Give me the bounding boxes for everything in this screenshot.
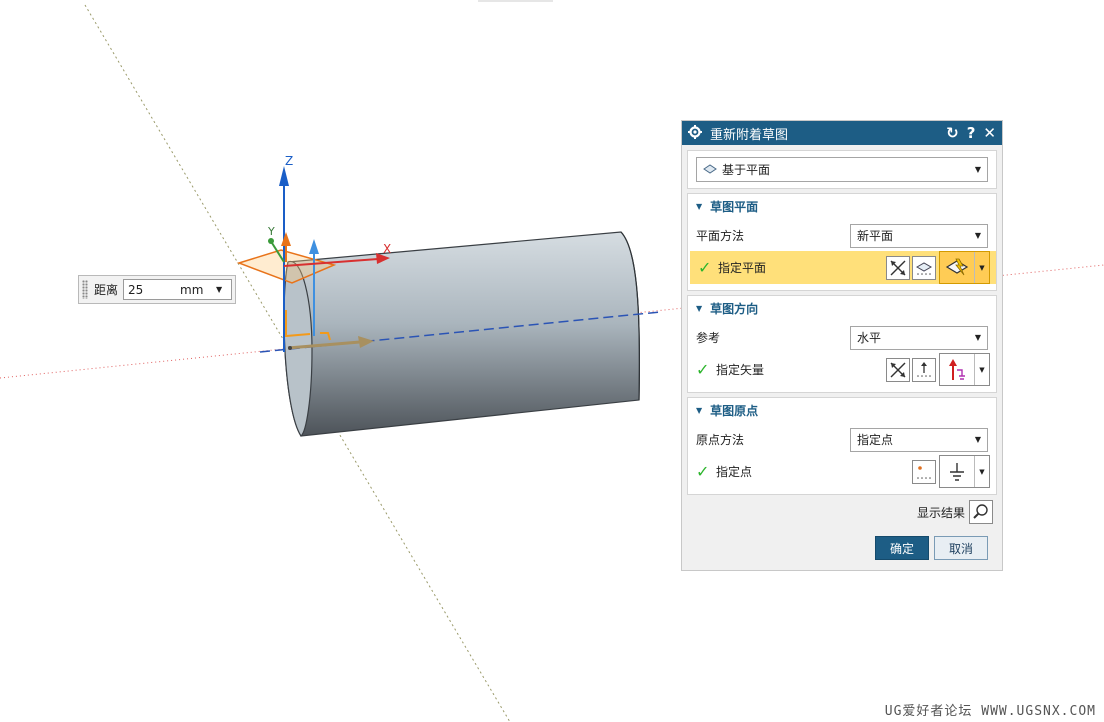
specify-plane-row[interactable]: ✓ 指定平面 ▼ (690, 251, 996, 284)
specify-point-label: 指定点 (716, 465, 753, 479)
section-sketch-direction: ▼ 草图方向 参考 水平 ▼ ✓ 指定矢量 ▼ (687, 295, 997, 393)
ok-button[interactable]: 确定 (875, 536, 929, 560)
chevron-down-icon: ▼ (974, 435, 981, 444)
close-icon[interactable]: ✕ (983, 125, 996, 141)
show-result-group: 显示结果 (917, 500, 993, 524)
plane-method-select[interactable]: 新平面 ▼ (850, 223, 988, 248)
origin-method-value: 指定点 (857, 433, 894, 447)
chevron-down-icon[interactable]: ▼ (974, 354, 989, 385)
origin-method-select[interactable]: 指定点 ▼ (850, 427, 988, 452)
type-select[interactable]: 基于平面 ▼ (696, 157, 988, 182)
distance-input-box: 距离 25 mm ▼ (78, 275, 236, 304)
inferred-plane-icon (940, 252, 974, 283)
specify-vector-row[interactable]: ✓ 指定矢量 ▼ (688, 353, 996, 386)
section-header-direction[interactable]: ▼ 草图方向 (688, 296, 996, 320)
distance-value[interactable]: 25 (124, 283, 180, 297)
check-icon: ✓ (696, 360, 710, 379)
section-title-plane: 草图平面 (710, 199, 759, 214)
section-title-origin: 草图原点 (710, 403, 759, 418)
plane-method-label: 平面方法 (696, 229, 745, 243)
x-axis-label: X (383, 242, 392, 256)
dialog-title: 重新附着草图 (710, 127, 789, 143)
normal-handle-arrow (281, 232, 291, 246)
chevron-down-icon: ▼ (974, 333, 981, 342)
show-result-label: 显示结果 (916, 505, 965, 520)
section-header-plane[interactable]: ▼ 草图平面 (688, 194, 996, 218)
dialog-titlebar[interactable]: 重新附着草图 ↻ ? ✕ (682, 121, 1002, 145)
reset-icon[interactable]: ↻ (946, 125, 959, 141)
distance-field[interactable]: 25 mm ▼ (123, 279, 233, 300)
reverse-direction-icon[interactable] (886, 255, 910, 280)
distance-unit: mm (180, 282, 204, 297)
chevron-down-icon: ▼ (974, 165, 981, 174)
magnifier-icon[interactable] (969, 500, 993, 524)
z-axis-arrow (279, 166, 289, 186)
plane-icon (703, 163, 717, 177)
specify-vector-label: 指定矢量 (716, 363, 765, 377)
section-sketch-plane: ▼ 草图平面 平面方法 新平面 ▼ ✓ 指定平面 ▼ (687, 193, 997, 291)
reverse-direction-icon[interactable] (886, 357, 910, 382)
origin-point (288, 346, 292, 350)
help-icon[interactable]: ? (967, 125, 976, 141)
section-header-origin[interactable]: ▼ 草图原点 (688, 398, 996, 422)
inferred-vector-button[interactable]: ▼ (939, 353, 990, 386)
chevron-down-icon: ▼ (974, 231, 981, 240)
inferred-vector-icon (940, 354, 974, 385)
check-icon: ✓ (698, 258, 712, 277)
point-dialog-icon[interactable] (912, 459, 936, 484)
type-select-value: 基于平面 (722, 163, 771, 177)
specify-point-row[interactable]: ✓ 指定点 ▼ (688, 455, 996, 488)
watermark: UG爱好者论坛 WWW.UGSNX.COM (884, 704, 1096, 719)
collapse-triangle-icon: ▼ (696, 405, 703, 415)
check-icon: ✓ (696, 462, 710, 481)
type-panel: 基于平面 ▼ (687, 150, 997, 189)
inferred-point-icon (940, 456, 974, 487)
chevron-down-icon[interactable]: ▼ (216, 285, 228, 294)
inferred-point-button[interactable]: ▼ (939, 455, 990, 488)
plane-method-value: 新平面 (857, 229, 894, 243)
section-sketch-origin: ▼ 草图原点 原点方法 指定点 ▼ ✓ 指定点 ▼ (687, 397, 997, 495)
collapse-triangle-icon: ▼ (696, 303, 703, 313)
collapse-triangle-icon: ▼ (696, 201, 703, 211)
reference-label: 参考 (696, 331, 721, 345)
inferred-plane-button[interactable]: ▼ (939, 251, 990, 284)
vector-dialog-icon[interactable] (912, 357, 936, 382)
reference-select[interactable]: 水平 ▼ (850, 325, 988, 350)
distance-label: 距离 (94, 283, 119, 297)
gear-icon (688, 124, 702, 142)
vector-arrow-head (309, 239, 319, 254)
drag-grip[interactable] (82, 280, 88, 299)
origin-method-label: 原点方法 (696, 433, 745, 447)
plane-dialog-icon[interactable] (912, 255, 936, 280)
y-axis-label: Y (268, 225, 275, 238)
reattach-sketch-dialog: 重新附着草图 ↻ ? ✕ 基于平面 ▼ ▼ 草图平面 平面方法 新平面 ▼ ✓ … (681, 120, 1003, 571)
section-title-direction: 草图方向 (710, 301, 759, 316)
reference-value: 水平 (857, 331, 882, 345)
specify-plane-label: 指定平面 (718, 261, 767, 275)
chevron-down-icon[interactable]: ▼ (974, 456, 989, 487)
chevron-down-icon[interactable]: ▼ (974, 252, 989, 283)
cancel-button[interactable]: 取消 (934, 536, 988, 560)
z-axis-label: Z (285, 154, 294, 168)
